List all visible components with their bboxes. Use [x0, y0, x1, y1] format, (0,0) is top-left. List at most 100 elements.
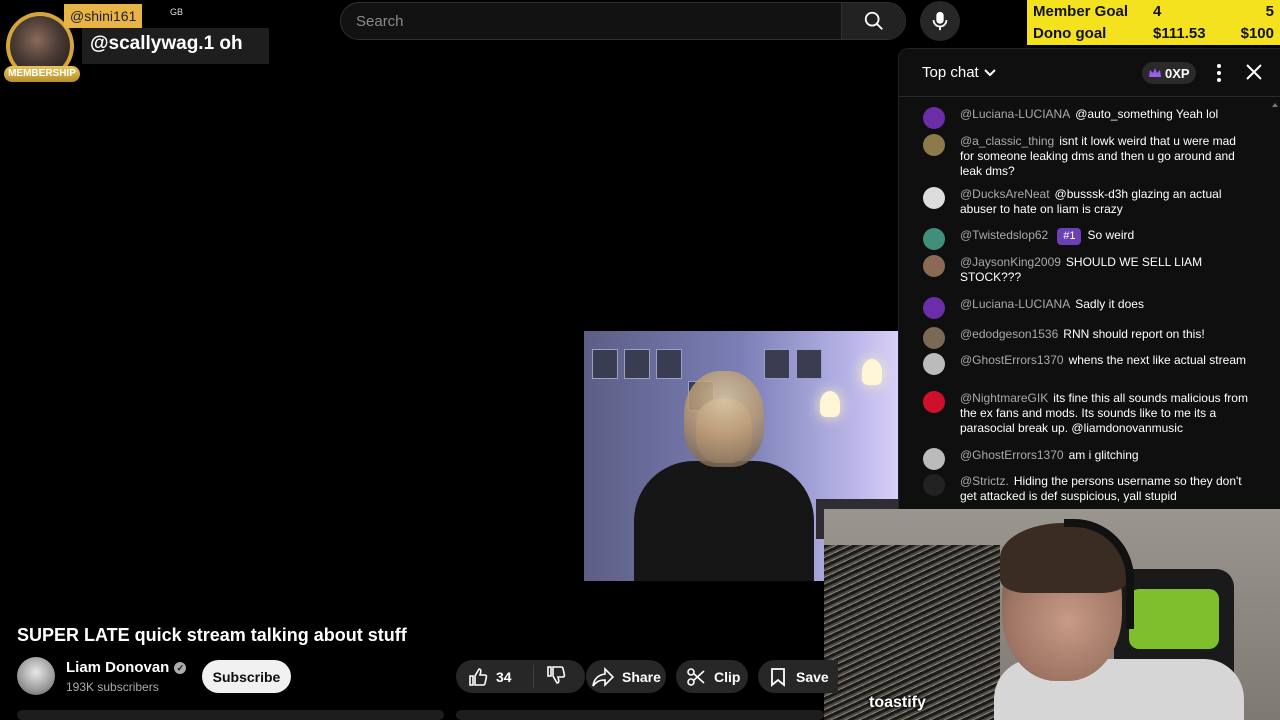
- search-icon: [864, 11, 883, 30]
- dislike-button[interactable]: [534, 665, 566, 688]
- member-message: @scallywag.1 oh: [82, 28, 269, 64]
- video-title: SUPER LATE quick stream talking about st…: [17, 625, 407, 645]
- thumbs-up-icon: [469, 667, 488, 686]
- lamp: [862, 359, 882, 385]
- member-username: @shini161: [64, 4, 143, 28]
- search-button[interactable]: [841, 3, 905, 39]
- chat-message-text: @GhostErrors1370 am i glitching: [960, 448, 1250, 463]
- streamer-hair: [684, 371, 764, 467]
- lamp: [820, 391, 840, 417]
- like-button[interactable]: 34: [456, 665, 534, 688]
- goal-widget: Member Goal 4 5 Dono goal $111.53 $100: [1027, 0, 1280, 45]
- chat-message-body: @auto_something Yeah lol: [1075, 107, 1219, 121]
- clip-label: Clip: [714, 668, 741, 685]
- chat-header: Top chat 0XP: [899, 49, 1280, 97]
- save-button[interactable]: Save: [758, 660, 838, 693]
- chat-username[interactable]: @Luciana-LUCIANA: [960, 107, 1070, 121]
- chat-avatar[interactable]: [923, 134, 945, 156]
- chat-message-body: RNN should report on this!: [1063, 327, 1205, 341]
- chat-avatar[interactable]: [923, 391, 945, 413]
- live-chat-panel: Top chat 0XP @Luciana-LUCIANA @auto_somet…: [898, 48, 1280, 550]
- streamer-body: [634, 461, 814, 581]
- channel-avatar[interactable]: [17, 657, 55, 695]
- chat-message-text: @Twistedslop62 #1 So weird: [960, 228, 1250, 245]
- chat-avatar[interactable]: [923, 474, 945, 496]
- channel-name[interactable]: Liam Donovan ✓: [66, 659, 187, 676]
- recommendations-edge: [456, 710, 824, 720]
- chat-username[interactable]: @Luciana-LUCIANA: [960, 297, 1070, 311]
- description-box-edge: [17, 710, 444, 720]
- streamer-tag: toastify: [869, 694, 926, 711]
- wall-art: [592, 349, 618, 379]
- chat-message-body: So weird: [1087, 228, 1135, 242]
- chat-message-text: @Luciana-LUCIANA @auto_something Yeah lol: [960, 107, 1250, 122]
- member-goal-row: Member Goal 4 5: [1027, 0, 1280, 22]
- chat-avatar[interactable]: [923, 255, 945, 277]
- chat-avatar[interactable]: [923, 297, 945, 319]
- dono-goal-target: $100: [1240, 25, 1274, 42]
- crown-icon: [1149, 68, 1161, 77]
- search-bar: [340, 2, 906, 40]
- chat-message-text: @edodgeson1536 RNN should report on this!: [960, 327, 1250, 342]
- share-icon: [592, 666, 614, 687]
- chat-message-text: @NightmareGIK its fine this all sounds ma…: [960, 391, 1250, 436]
- member-region: GB: [170, 7, 184, 17]
- membership-badge: MEMBERSHIP: [4, 66, 80, 82]
- chat-message-body: Sadly it does: [1075, 297, 1144, 311]
- chat-username[interactable]: @edodgeson1536: [960, 327, 1058, 341]
- dono-goal-row: Dono goal $111.53 $100: [1027, 22, 1280, 44]
- scissors-icon: [687, 667, 705, 686]
- chat-username[interactable]: @GhostErrors1370: [960, 448, 1064, 462]
- chat-username[interactable]: @a_classic_thing: [960, 134, 1054, 148]
- close-icon[interactable]: [1243, 61, 1265, 83]
- chat-mode-selector[interactable]: Top chat: [922, 64, 997, 81]
- like-count: 34: [496, 668, 512, 685]
- chat-message-text: @Luciana-LUCIANA Sadly it does: [960, 297, 1250, 312]
- chat-username[interactable]: @DucksAreNeat: [960, 187, 1050, 201]
- chat-username[interactable]: @Twistedslop62: [960, 228, 1048, 242]
- streamer-facecam: [824, 509, 1280, 720]
- search-input[interactable]: [341, 3, 841, 39]
- chat-avatar[interactable]: [923, 327, 945, 349]
- chat-message-body: am i glitching: [1068, 448, 1139, 462]
- chat-username[interactable]: @JaysonKing2009: [960, 255, 1061, 269]
- member-goal-current: 4: [1153, 3, 1162, 20]
- verified-icon: ✓: [174, 661, 187, 674]
- dono-goal-current: $111.53: [1153, 25, 1206, 42]
- chat-username[interactable]: @Strictz.: [960, 474, 1009, 488]
- thumbs-down-icon: [547, 666, 566, 684]
- chevron-down-icon: [984, 68, 996, 76]
- channel-name-text: Liam Donovan: [66, 659, 170, 676]
- microphone-icon: [932, 11, 948, 31]
- rank-badge: #1: [1057, 228, 1082, 245]
- subscribe-button[interactable]: Subscribe: [202, 660, 291, 693]
- member-goal-target: 5: [1265, 3, 1274, 20]
- more-options-icon[interactable]: [1207, 61, 1231, 85]
- wall-art: [656, 349, 682, 379]
- chat-message-text: @JaysonKing2009 SHOULD WE SELL LIAM STOCK…: [960, 255, 1250, 285]
- chat-avatar[interactable]: [923, 107, 945, 129]
- chat-avatar[interactable]: [923, 448, 945, 470]
- dono-goal-label: Dono goal: [1033, 25, 1107, 42]
- voice-search-button[interactable]: [920, 1, 960, 41]
- chat-message-text: @a_classic_thing isnt it lowk weird that …: [960, 134, 1250, 179]
- xp-badge[interactable]: 0XP: [1142, 62, 1196, 84]
- save-label: Save: [796, 668, 829, 685]
- share-label: Share: [622, 668, 661, 685]
- share-button[interactable]: Share: [586, 660, 666, 693]
- like-dislike-group: 34: [456, 660, 585, 693]
- chat-mode-label: Top chat: [922, 64, 979, 81]
- member-goal-label: Member Goal: [1033, 3, 1129, 20]
- chat-username[interactable]: @NightmareGIK: [960, 391, 1048, 405]
- wall-art: [764, 349, 790, 379]
- headset: [1064, 519, 1134, 629]
- chat-avatar[interactable]: [923, 187, 945, 209]
- wall-art: [624, 349, 650, 379]
- clip-button[interactable]: Clip: [676, 660, 748, 693]
- gaming-chair-accent: [1129, 589, 1219, 649]
- chat-scrollbar[interactable]: [1272, 101, 1278, 541]
- chat-username[interactable]: @GhostErrors1370: [960, 353, 1064, 367]
- chat-avatar[interactable]: [923, 228, 945, 250]
- xp-value: 0XP: [1165, 65, 1190, 81]
- chat-avatar[interactable]: [923, 353, 945, 375]
